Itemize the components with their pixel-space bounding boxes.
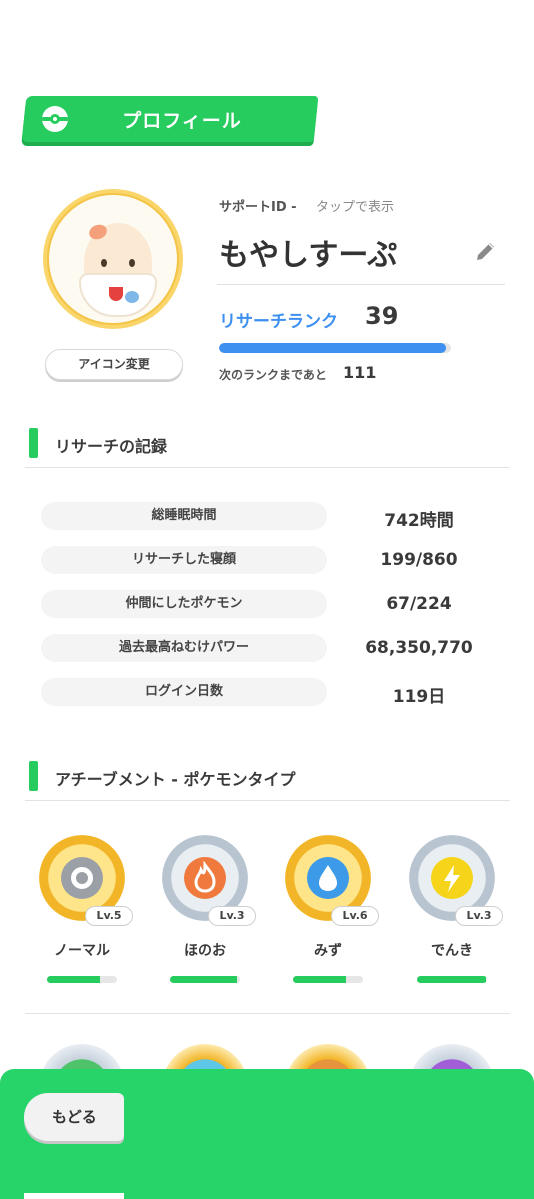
divider [25, 467, 510, 468]
type-progress-fill [47, 976, 100, 983]
type-name: でんき [431, 943, 473, 959]
stat-value: 67/224 [386, 594, 452, 614]
icon-change-button[interactable]: アイコン変更 [45, 349, 183, 380]
research-section-title: リサーチの記録 [55, 437, 168, 456]
rank-progress-fill [219, 343, 447, 353]
electric-type-icon [431, 857, 473, 899]
divider [25, 1013, 510, 1014]
research-rank-label: リサーチランク [219, 312, 338, 332]
type-progress-fill [293, 976, 346, 983]
type-name: ノーマル [54, 943, 110, 959]
type-name: みず [314, 943, 342, 959]
stat-value: 199/860 [380, 550, 458, 570]
normal-type-icon [61, 857, 103, 899]
pencil-icon[interactable] [474, 239, 498, 263]
back-button[interactable]: もどる [24, 1093, 124, 1141]
rank-progress-bar [219, 343, 451, 353]
type-progress-bar [293, 976, 363, 983]
pokeball-icon [42, 106, 68, 132]
stat-label: 過去最高ねむけパワー [41, 634, 327, 662]
player-nickname: もやしすーぷ [219, 238, 398, 273]
divider [217, 284, 505, 285]
stat-value: 742時間 [384, 511, 454, 531]
stat-label: 総睡眠時間 [41, 502, 327, 530]
divider [25, 800, 510, 801]
achievements-section-title: アチーブメント - ポケモンタイプ [55, 770, 296, 789]
support-id-reveal-link[interactable]: タップで表示 [316, 196, 394, 215]
type-progress-bar [417, 976, 487, 983]
level-badge: Lv.6 [331, 906, 379, 926]
next-rank-label: 次のランクまであと [219, 368, 327, 382]
stat-value: 68,350,770 [365, 638, 473, 658]
level-badge: Lv.3 [208, 906, 256, 926]
type-progress-fill [417, 976, 486, 983]
stat-value: 119日 [392, 687, 446, 707]
support-id-label: サポートID - [219, 200, 297, 215]
research-rank-value: 39 [365, 302, 399, 330]
section-marker [29, 761, 38, 791]
type-progress-bar [170, 976, 240, 983]
type-progress-fill [170, 976, 237, 983]
water-type-icon [307, 857, 349, 899]
level-badge: Lv.5 [85, 906, 133, 926]
stat-label: ログイン日数 [41, 678, 327, 706]
bottom-strip [24, 1193, 124, 1199]
type-name: ほのお [184, 943, 226, 959]
page-title: プロフィール [122, 110, 242, 132]
section-marker [29, 428, 38, 458]
togepi-avatar-image [47, 193, 179, 325]
next-rank-value: 111 [343, 363, 377, 382]
level-badge: Lv.3 [455, 906, 503, 926]
avatar[interactable] [43, 189, 183, 329]
fire-type-icon [184, 857, 226, 899]
stat-label: リサーチした寝顔 [41, 546, 327, 574]
stat-label: 仲間にしたポケモン [41, 590, 327, 618]
type-progress-bar [47, 976, 117, 983]
